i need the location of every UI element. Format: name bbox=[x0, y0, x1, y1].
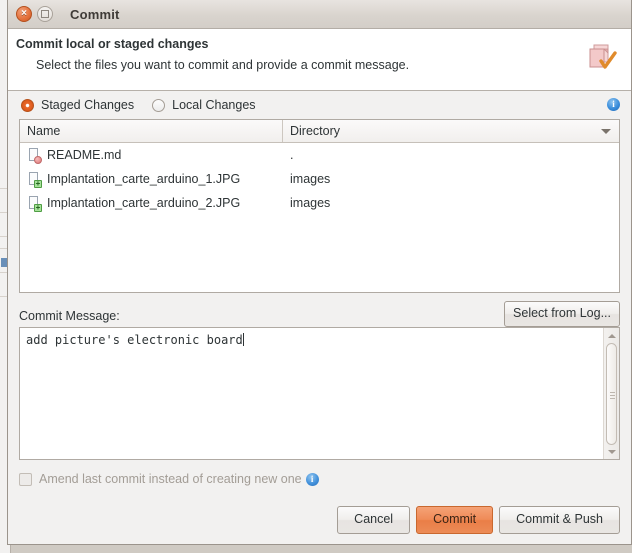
file-name-label: Implantation_carte_arduino_2.JPG bbox=[47, 196, 241, 210]
change-scope-group: Staged Changes Local Changes i bbox=[8, 91, 631, 119]
maximize-icon[interactable] bbox=[37, 6, 53, 22]
table-header-row: Name Directory bbox=[20, 120, 619, 143]
text-caret bbox=[242, 333, 244, 346]
amend-checkbox[interactable] bbox=[19, 472, 32, 486]
amend-row: Amend last commit instead of creating ne… bbox=[8, 469, 631, 489]
dialog-footer: Cancel Commit Commit & Push bbox=[337, 506, 620, 534]
scrollbar-thumb[interactable] bbox=[606, 343, 617, 445]
radio-staged-changes-label: Staged Changes bbox=[41, 98, 135, 112]
scroll-down-icon[interactable] bbox=[606, 446, 617, 457]
commit-check-icon bbox=[589, 44, 617, 69]
commit-message-value: add picture's electronic board bbox=[26, 333, 243, 347]
close-icon[interactable]: × bbox=[16, 6, 32, 22]
window-title: Commit bbox=[70, 6, 120, 22]
radio-local-changes-label: Local Changes bbox=[172, 98, 256, 112]
file-added-icon: + bbox=[28, 195, 42, 212]
dialog-body: Staged Changes Local Changes i Name Dire… bbox=[8, 91, 631, 543]
screen: × Commit Commit local or staged changes … bbox=[0, 0, 632, 553]
amend-label: Amend last commit instead of creating ne… bbox=[39, 472, 302, 486]
file-added-icon: + bbox=[28, 171, 42, 188]
commit-button[interactable]: Commit bbox=[416, 506, 494, 534]
commit-dialog: × Commit Commit local or staged changes … bbox=[7, 0, 632, 545]
file-modified-icon bbox=[28, 147, 42, 164]
cancel-button[interactable]: Cancel bbox=[337, 506, 411, 534]
amend-info-icon[interactable]: i bbox=[305, 472, 319, 486]
radio-local-changes[interactable] bbox=[152, 98, 166, 112]
column-header-name[interactable]: Name bbox=[20, 120, 283, 142]
column-header-directory-label: Directory bbox=[290, 124, 341, 138]
commit-message-input[interactable]: add picture's electronic board bbox=[20, 328, 603, 459]
banner-title: Commit local or staged changes bbox=[16, 37, 209, 51]
scroll-up-icon[interactable] bbox=[606, 330, 617, 341]
title-bar: × Commit bbox=[8, 0, 631, 29]
commit-message-section: Commit Message: Select from Log... add p… bbox=[8, 301, 631, 460]
table-row[interactable]: + Implantation_carte_arduino_1.JPG image… bbox=[20, 167, 619, 191]
file-table[interactable]: Name Directory README.md . + Implantatio… bbox=[19, 119, 620, 293]
chevron-down-icon[interactable] bbox=[601, 129, 611, 134]
table-row[interactable]: + Implantation_carte_arduino_2.JPG image… bbox=[20, 191, 619, 215]
cell-name: README.md bbox=[20, 147, 283, 164]
commit-and-push-button[interactable]: Commit & Push bbox=[499, 506, 620, 534]
cell-directory: images bbox=[290, 196, 331, 210]
commit-message-scrollbar[interactable] bbox=[603, 328, 619, 459]
file-name-label: Implantation_carte_arduino_1.JPG bbox=[47, 172, 241, 186]
cell-name: + Implantation_carte_arduino_1.JPG bbox=[20, 171, 283, 188]
banner-subtitle: Select the files you want to commit and … bbox=[36, 58, 410, 72]
file-name-label: README.md bbox=[47, 148, 122, 162]
column-header-directory[interactable]: Directory bbox=[283, 120, 619, 142]
scrollbar-grip-icon bbox=[610, 392, 615, 401]
cell-directory: images bbox=[290, 172, 331, 186]
cell-directory: . bbox=[290, 148, 294, 162]
scope-info-icon[interactable]: i bbox=[607, 98, 620, 111]
column-header-name-label: Name bbox=[27, 124, 61, 138]
radio-staged-changes[interactable] bbox=[21, 98, 34, 112]
select-from-log-button[interactable]: Select from Log... bbox=[504, 301, 620, 327]
commit-message-box[interactable]: add picture's electronic board bbox=[19, 327, 620, 460]
cell-name: + Implantation_carte_arduino_2.JPG bbox=[20, 195, 283, 212]
table-row[interactable]: README.md . bbox=[20, 143, 619, 167]
dialog-banner: Commit local or staged changes Select th… bbox=[8, 29, 631, 91]
commit-message-label: Commit Message: bbox=[19, 309, 120, 323]
